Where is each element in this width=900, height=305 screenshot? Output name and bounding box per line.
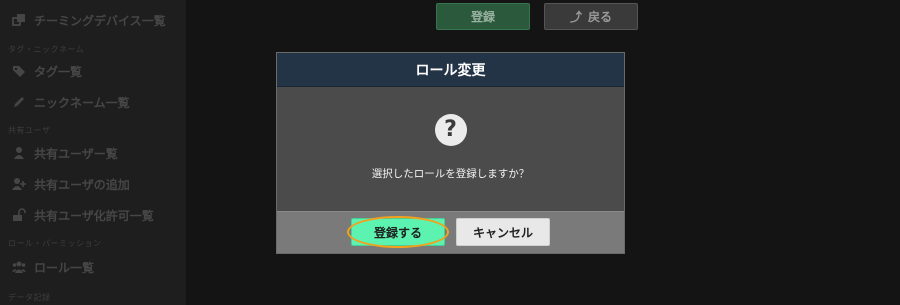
sidebar-item-label: ロール一覧 — [34, 260, 95, 275]
dialog-body: ? 選択したロールを登録しますか？ — [277, 87, 624, 211]
sidebar-item-teaming-devices[interactable]: チーミングデバイス一覧 — [12, 9, 182, 31]
sidebar-heading-roles: ロール・パーミッション — [8, 238, 102, 248]
pencil-icon — [12, 95, 26, 109]
sidebar-item-roles[interactable]: ロール一覧 — [12, 256, 182, 278]
question-icon: ? — [434, 114, 467, 146]
dialog-footer: 登録する キャンセル — [277, 211, 624, 253]
sidebar-item-label: 共有ユーザー覧 — [34, 146, 118, 161]
unlock-icon — [12, 208, 26, 222]
sidebar-item-shared-user-permissions[interactable]: 共有ユーザ化許可一覧 — [12, 204, 182, 226]
dialog-header: ロール変更 — [277, 53, 624, 87]
sidebar-heading-data-records: データ記録 — [8, 292, 51, 302]
register-button-label: 登録 — [470, 10, 495, 24]
back-arrow-icon: ⤴ — [569, 10, 582, 24]
back-button-label: 戻る — [588, 10, 613, 24]
back-button[interactable]: ⤴ 戻る — [544, 3, 638, 30]
sidebar-item-tags[interactable]: タグ一覧 — [12, 60, 182, 82]
tags-icon — [12, 64, 26, 78]
confirm-register-button[interactable]: 登録する — [351, 218, 445, 246]
cancel-button[interactable]: キャンセル — [456, 218, 550, 246]
confirm-register-label: 登録する — [373, 225, 422, 240]
sidebar-heading-tags: タグ・ニックネーム — [8, 44, 85, 54]
user-plus-icon — [12, 177, 26, 191]
confirm-dialog: ロール変更 ? 選択したロールを登録しますか？ 登録する キャンセル — [276, 52, 625, 254]
sidebar-item-label: ニックネーム一覧 — [34, 95, 130, 110]
register-button[interactable]: 登録 — [436, 3, 530, 30]
users-icon — [12, 260, 26, 274]
dialog-message: 選択したロールを登録しますか？ — [371, 168, 530, 180]
user-icon — [12, 146, 26, 160]
sidebar-item-label: 共有ユーザの追加 — [34, 177, 130, 192]
sidebar-item-label: チーミングデバイス一覧 — [34, 13, 166, 28]
sidebar-heading-shared-users: 共有ユーザ — [8, 125, 51, 135]
sidebar-item-shared-users-list[interactable]: 共有ユーザー覧 — [12, 142, 182, 164]
sidebar-item-label: タグ一覧 — [34, 64, 83, 79]
dialog-title: ロール変更 — [415, 62, 486, 79]
sidebar-item-label: 共有ユーザ化許可一覧 — [34, 208, 154, 223]
sidebar-item-nicknames[interactable]: ニックネーム一覧 — [12, 91, 182, 113]
devices-icon — [12, 13, 26, 27]
sidebar: チーミングデバイス一覧 タグ・ニックネーム タグ一覧 ニックネーム一覧 共有ユー… — [0, 0, 186, 305]
sidebar-item-add-shared-user[interactable]: 共有ユーザの追加 — [12, 173, 182, 195]
cancel-label: キャンセル — [472, 225, 533, 240]
